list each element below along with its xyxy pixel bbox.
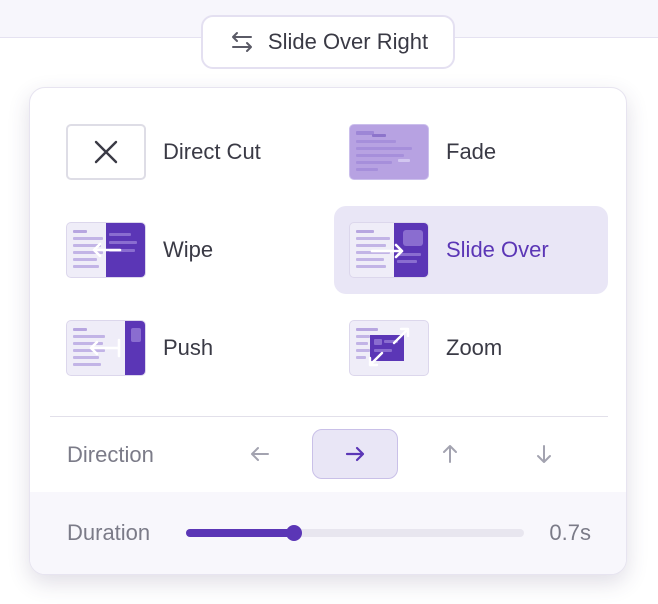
- transition-option-push[interactable]: Push: [58, 304, 332, 392]
- duration-label: Duration: [67, 520, 151, 545]
- arrow-left-icon: [251, 447, 269, 461]
- direction-up-button[interactable]: [407, 429, 493, 479]
- transition-option-label: Push: [163, 335, 214, 360]
- fade-preview-icon: [349, 124, 429, 180]
- slide-over-preview-icon: [349, 222, 429, 278]
- arrow-down-icon: [537, 445, 551, 463]
- transition-trigger-button[interactable]: Slide Over Right: [201, 15, 455, 69]
- swap-arrows-icon: [231, 32, 252, 52]
- direction-label: Direction: [67, 442, 154, 467]
- arrow-up-icon: [443, 445, 457, 463]
- transition-option-label: Fade: [446, 139, 497, 164]
- transition-option-zoom[interactable]: Zoom: [341, 304, 615, 392]
- direction-right-button[interactable]: [312, 429, 398, 479]
- direction-left-button[interactable]: [217, 429, 303, 479]
- section-divider: [50, 416, 608, 417]
- transition-option-slide-over[interactable]: Slide Over: [334, 206, 608, 294]
- transition-option-direct-cut[interactable]: Direct Cut: [58, 108, 332, 196]
- zoom-preview-icon: [349, 320, 429, 376]
- duration-slider[interactable]: [186, 525, 524, 541]
- transition-option-label: Wipe: [163, 237, 214, 262]
- duration-value: 0.7s: [549, 520, 591, 545]
- transition-trigger-label: Slide Over Right: [267, 29, 429, 54]
- duration-slider-fill: [186, 529, 295, 537]
- push-preview-icon: [66, 320, 146, 376]
- transition-option-wipe[interactable]: Wipe: [58, 206, 332, 294]
- transition-option-label: Zoom: [446, 335, 503, 360]
- duration-slider-handle[interactable]: [286, 525, 303, 541]
- duration-row: Duration 0.7s: [30, 492, 626, 574]
- transition-panel: Direct Cut Fade Wipe Slide Over Push Zoo…: [29, 87, 627, 575]
- arrow-right-icon: [345, 446, 365, 462]
- transition-option-fade[interactable]: Fade: [341, 108, 615, 196]
- transition-option-label: Slide Over: [446, 237, 549, 262]
- transition-option-label: Direct Cut: [163, 139, 261, 164]
- wipe-preview-icon: [66, 222, 146, 278]
- close-icon: [66, 124, 146, 180]
- direction-down-button[interactable]: [501, 429, 587, 479]
